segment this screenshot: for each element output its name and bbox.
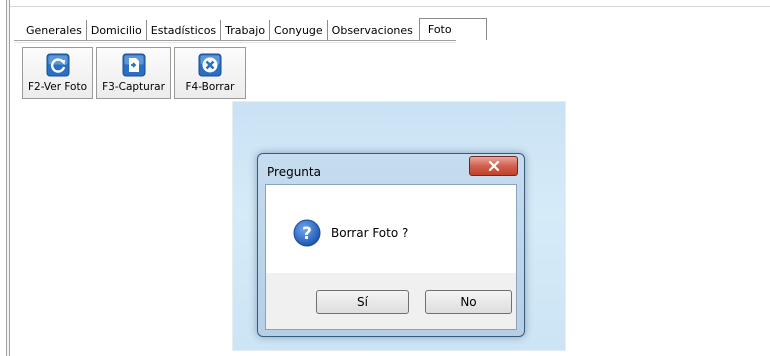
top-divider [10,6,770,7]
tab-conyuge[interactable]: Conyuge [270,20,328,40]
svg-text:?: ? [302,224,312,244]
yes-button[interactable]: Sí [316,290,409,314]
tab-observaciones[interactable]: Observaciones [328,20,417,40]
photo-toolbar: F2-Ver Foto F3-Capturar F4-Borrar [22,47,246,99]
dialog-button-area: Sí No [266,273,516,329]
capture-button[interactable]: F3-Capturar [96,47,171,99]
tab-foto[interactable]: Foto [418,18,487,40]
dialog-message: Borrar Foto ? [331,226,409,240]
tab-trabajo[interactable]: Trabajo [221,20,271,40]
tab-baseline [14,40,456,41]
delete-photo-button[interactable]: F4-Borrar [174,47,246,99]
close-icon [488,160,499,172]
delete-photo-label: F4-Borrar [185,81,235,93]
delete-x-icon [198,53,222,77]
no-button[interactable]: No [425,290,512,314]
tab-strip: Generales Domicilio Estadísticos Trabajo… [22,18,487,40]
view-photo-button[interactable]: F2-Ver Foto [22,47,93,99]
dialog-body: ? Borrar Foto ? Sí No [265,184,517,330]
tab-baseline-highlight [14,42,456,43]
message-area: ? Borrar Foto ? [266,185,516,273]
tab-domicilio[interactable]: Domicilio [87,20,147,40]
view-photo-label: F2-Ver Foto [27,81,87,93]
dialog-close-button[interactable] [469,156,518,176]
tab-estadisticos[interactable]: Estadísticos [147,20,222,40]
tab-generales[interactable]: Generales [22,20,87,40]
dialog-title: Pregunta [267,165,321,179]
question-icon: ? [293,219,321,247]
capture-document-icon [122,53,145,77]
window-left-border [6,0,10,356]
confirm-dialog: Pregunta ? Borrar Foto ? Sí No [257,153,525,337]
capture-label: F3-Capturar [102,81,165,93]
refresh-photo-icon [46,53,69,77]
